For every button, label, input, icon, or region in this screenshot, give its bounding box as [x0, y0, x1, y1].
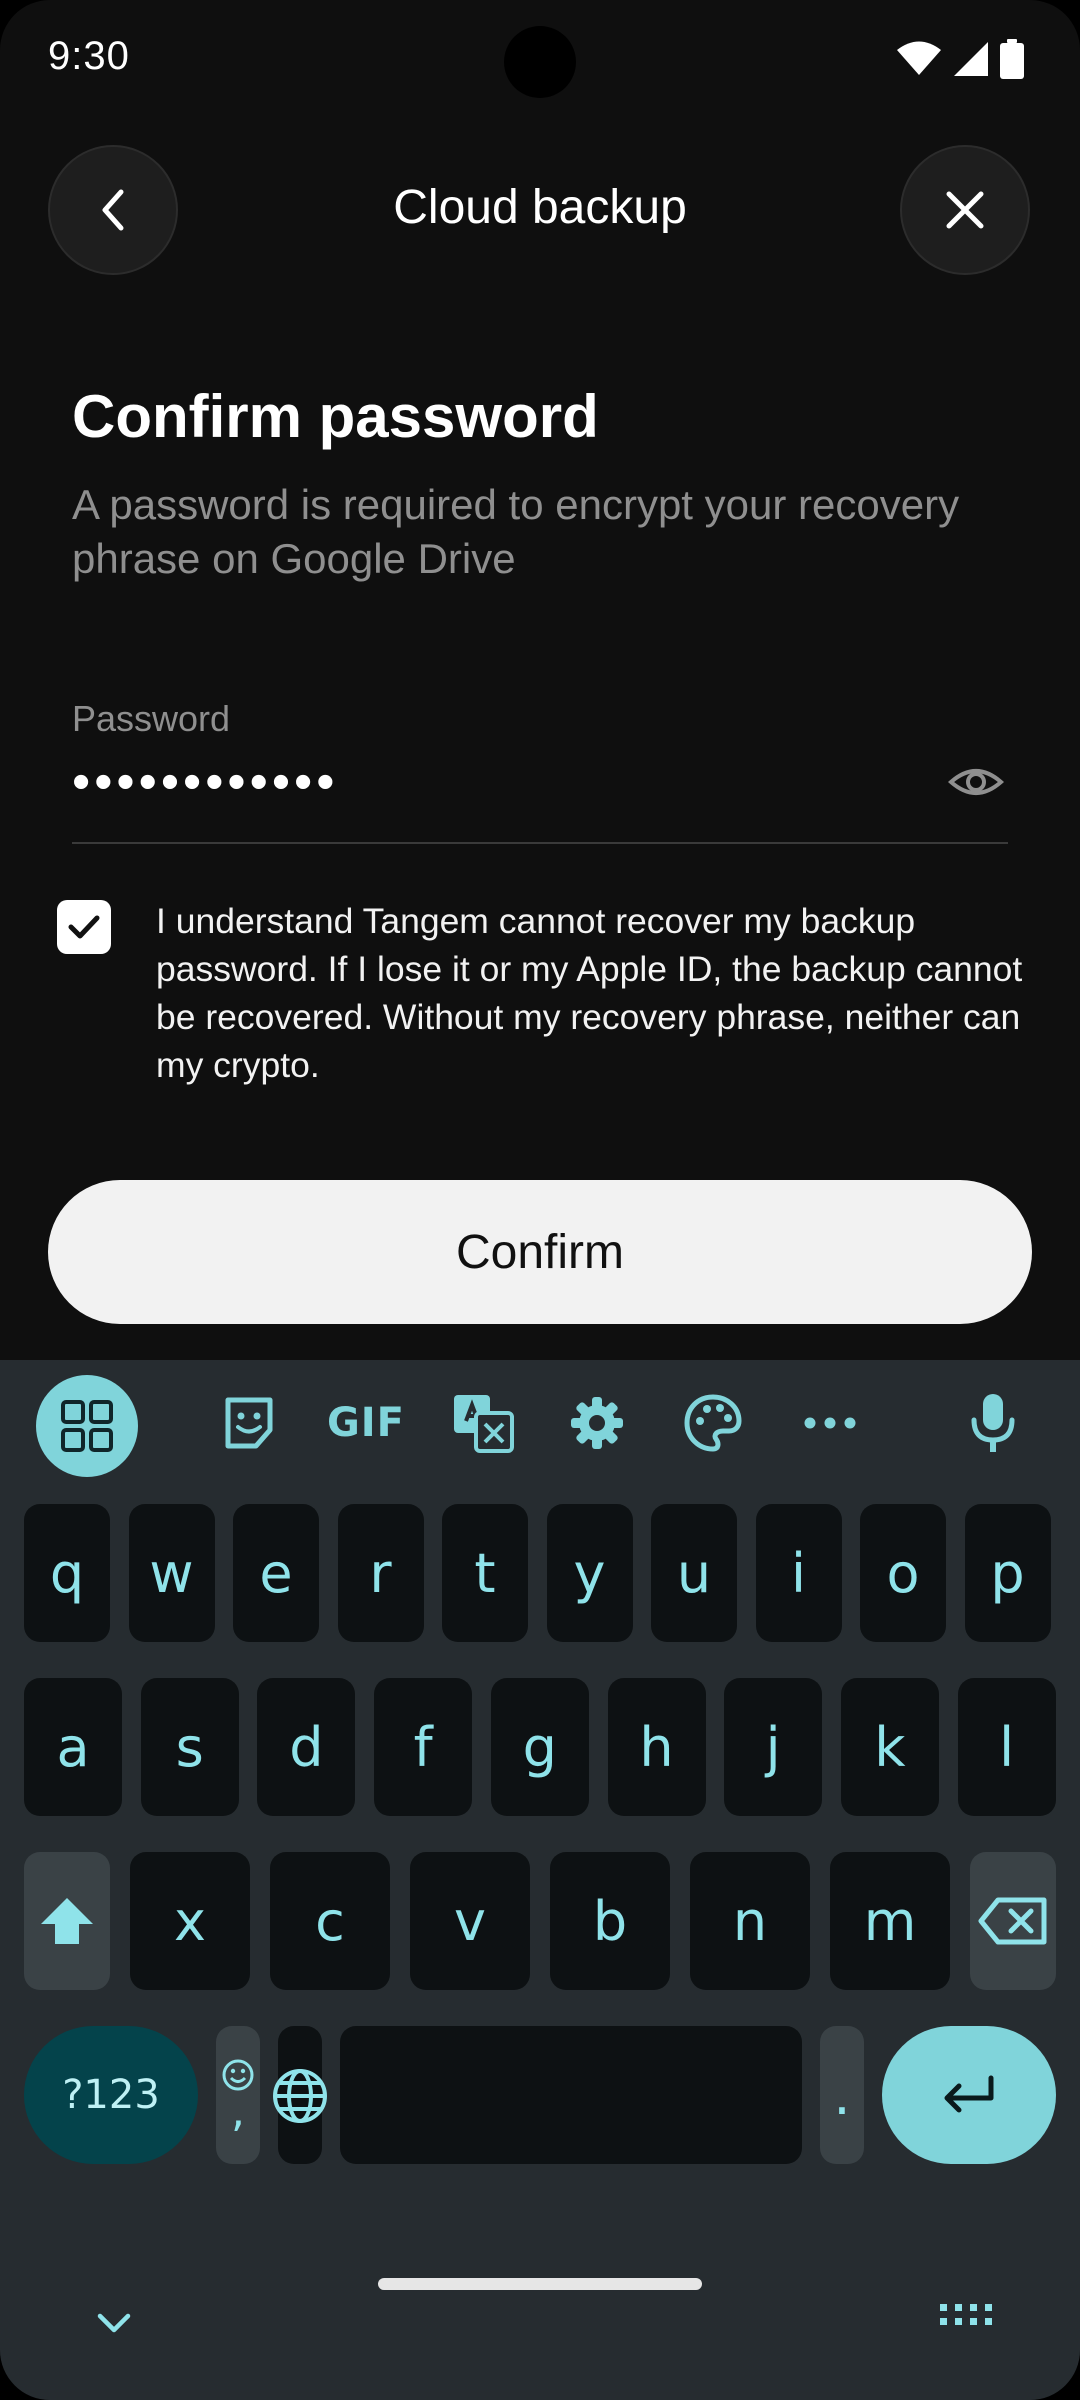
apps-grid-button[interactable]: [36, 1375, 138, 1477]
eye-icon[interactable]: [948, 754, 1004, 810]
status-icons: [896, 36, 1024, 82]
backspace-key[interactable]: [970, 1852, 1056, 1990]
key-n[interactable]: n: [690, 1852, 810, 1990]
close-icon: [946, 191, 984, 229]
key-w[interactable]: w: [128, 1504, 215, 1642]
gif-label: GIF: [326, 1400, 406, 1446]
key-l[interactable]: l: [957, 1678, 1056, 1816]
space-key[interactable]: [340, 2026, 802, 2164]
key-c[interactable]: c: [270, 1852, 390, 1990]
page-subtitle: A password is required to encrypt your r…: [72, 481, 960, 582]
hide-keyboard-icon[interactable]: [94, 2310, 134, 2336]
keyboard: GIF ?123 , . q w e r t y u i o p a s d f…: [0, 1360, 1080, 2400]
wifi-icon: [897, 41, 941, 75]
key-k[interactable]: k: [840, 1678, 939, 1816]
comma-label: ,: [231, 2086, 245, 2137]
confirm-button[interactable]: Confirm: [48, 1180, 1032, 1324]
consent-text: I understand Tangem cannot recover my ba…: [156, 901, 1023, 1085]
key-m[interactable]: m: [830, 1852, 950, 1990]
back-button[interactable]: [48, 145, 178, 275]
key-s[interactable]: s: [140, 1678, 239, 1816]
header-title: Cloud backup: [393, 181, 687, 234]
more-icon: [804, 1417, 856, 1429]
key-r[interactable]: r: [337, 1504, 424, 1642]
more-button[interactable]: [795, 1388, 865, 1458]
comma-key[interactable]: ,: [216, 2026, 260, 2164]
sticker-button[interactable]: [214, 1388, 284, 1458]
enter-icon: [944, 2075, 994, 2113]
period-key[interactable]: .: [820, 2026, 864, 2164]
key-a[interactable]: a: [24, 1678, 122, 1816]
checkmark-icon: [68, 915, 100, 939]
key-e[interactable]: e: [233, 1504, 319, 1642]
camera-cutout: [504, 26, 576, 98]
key-q[interactable]: q: [24, 1504, 110, 1642]
mic-button[interactable]: [958, 1388, 1028, 1458]
home-indicator[interactable]: [378, 2278, 702, 2290]
sticker-icon: [225, 1397, 273, 1449]
chevron-left-icon: [102, 189, 124, 231]
key-x[interactable]: x: [130, 1852, 250, 1990]
key-y[interactable]: y: [546, 1504, 633, 1642]
language-key[interactable]: [273, 2026, 327, 2164]
settings-icon: [571, 1397, 623, 1449]
close-button[interactable]: [900, 145, 1030, 275]
battery-icon: [1000, 39, 1024, 79]
key-j[interactable]: j: [724, 1678, 823, 1816]
password-input[interactable]: ••••••••••••: [72, 752, 338, 812]
consent-checkbox[interactable]: [57, 900, 111, 954]
key-i[interactable]: i: [755, 1504, 842, 1642]
key-d[interactable]: d: [257, 1678, 356, 1816]
translate-icon: [454, 1395, 514, 1453]
palette-icon: [684, 1394, 742, 1452]
mic-icon: [971, 1394, 1015, 1452]
key-t[interactable]: t: [442, 1504, 528, 1642]
password-underline: [72, 842, 1008, 844]
signal-icon: [954, 42, 988, 76]
screen: 9:30 Cloud backup Confirm password A pas…: [0, 0, 1080, 2400]
palette-button[interactable]: [678, 1388, 748, 1458]
enter-key[interactable]: [882, 2026, 1056, 2164]
apps-grid-icon: [61, 1400, 113, 1452]
key-f[interactable]: f: [374, 1678, 473, 1816]
keyboard-toolbar: GIF: [0, 1360, 1080, 1490]
keyboard-switch-icon[interactable]: [938, 2300, 994, 2330]
key-u[interactable]: u: [651, 1504, 737, 1642]
key-h[interactable]: h: [607, 1678, 706, 1816]
key-p[interactable]: p: [964, 1504, 1051, 1642]
status-time: 9:30: [48, 34, 130, 78]
backspace-icon: [978, 1897, 1047, 1945]
page-title: Confirm password: [72, 383, 599, 450]
key-v[interactable]: v: [410, 1852, 530, 1990]
shift-key[interactable]: [24, 1852, 110, 1990]
password-label: Password: [72, 698, 231, 739]
key-o[interactable]: o: [860, 1504, 946, 1642]
key-b[interactable]: b: [550, 1852, 670, 1990]
key-g[interactable]: g: [490, 1678, 589, 1816]
shift-icon: [41, 1898, 93, 1944]
symbols-key[interactable]: ?123: [24, 2026, 198, 2164]
globe-icon: [273, 2069, 327, 2123]
translate-button[interactable]: [448, 1388, 518, 1458]
settings-button[interactable]: [562, 1388, 632, 1458]
status-bar: 9:30: [0, 0, 1080, 120]
gif-button[interactable]: GIF: [326, 1388, 406, 1458]
